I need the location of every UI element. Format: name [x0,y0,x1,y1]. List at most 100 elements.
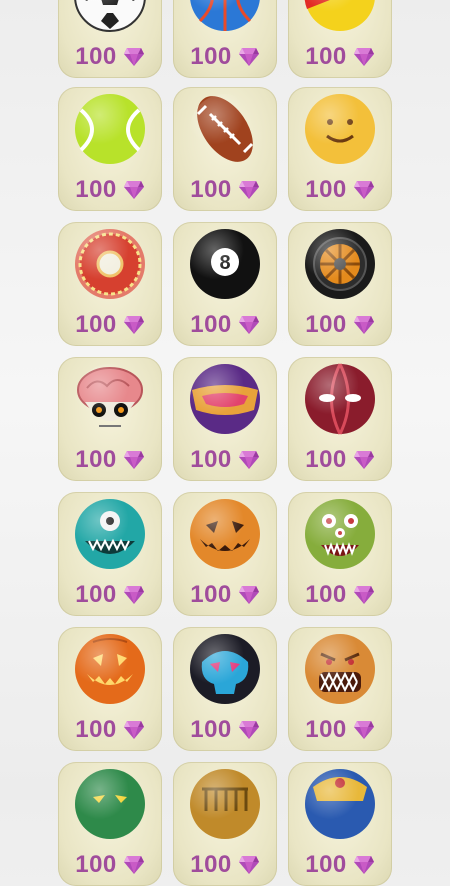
price-tag: 100 [288,42,392,72]
purple-gem-icon [238,47,260,67]
purple-visor-ball-icon [188,362,262,436]
price-tag: 100 [288,580,392,610]
tennis-ball-icon [73,92,147,166]
shop-item-brain-skull-ball[interactable]: 100 [58,357,162,481]
price-tag: 100 [173,175,277,205]
price-tag: 100 [173,310,277,340]
beach-ball-icon [303,0,377,33]
price-value: 100 [305,851,347,878]
price-value: 100 [190,446,232,473]
shop-item-carved-pumpkin-ball[interactable]: 100 [58,627,162,751]
shop-item-tire-wheel-ball[interactable]: 100 [288,222,392,346]
gold-temple-ball-icon [188,767,262,841]
price-tag: 100 [58,850,162,880]
purple-gem-icon [238,855,260,875]
price-value: 100 [190,581,232,608]
price-tag: 100 [58,175,162,205]
price-value: 100 [305,716,347,743]
shop-item-beach-ball[interactable]: 100 [288,0,392,78]
green-lizard-ball-icon [73,767,147,841]
purple-gem-icon [123,855,145,875]
teal-cyclops-monster-ball-icon [73,497,147,571]
price-tag: 100 [173,580,277,610]
price-tag: 100 [173,445,277,475]
shop-item-orange-jack-o-lantern-ball[interactable]: 100 [173,492,277,616]
purple-gem-icon [353,720,375,740]
purple-gem-icon [238,180,260,200]
price-value: 100 [305,446,347,473]
shop-item-smiley-face-ball[interactable]: 100 [288,87,392,211]
pharaoh-ball-icon [303,767,377,841]
purple-gem-icon [238,720,260,740]
price-value: 100 [75,851,117,878]
price-value: 100 [305,43,347,70]
donut-ball-icon [73,227,147,301]
purple-gem-icon [123,47,145,67]
shop-item-pharaoh-ball[interactable]: 100 [288,762,392,886]
price-value: 100 [75,716,117,743]
shop-item-basketball[interactable]: 100 [173,0,277,78]
price-tag: 100 [58,715,162,745]
eight-ball-icon: 8 [188,227,262,301]
shop-item-eight-ball[interactable]: 8100 [173,222,277,346]
price-tag: 100 [173,42,277,72]
price-value: 100 [190,43,232,70]
price-tag: 100 [173,850,277,880]
shop-item-purple-visor-ball[interactable]: 100 [173,357,277,481]
price-value: 100 [305,581,347,608]
shop-item-red-glowing-eyes-ball[interactable]: 100 [288,357,392,481]
orange-jack-o-lantern-ball-icon [188,497,262,571]
tire-wheel-ball-icon [303,227,377,301]
price-tag: 100 [58,445,162,475]
soccer-ball-icon [73,0,147,33]
purple-gem-icon [238,315,260,335]
shop-item-green-multi-eye-monster-ball[interactable]: 100 [288,492,392,616]
price-value: 100 [190,851,232,878]
purple-gem-icon [353,47,375,67]
price-value: 100 [190,311,232,338]
smiley-face-ball-icon [303,92,377,166]
shop-item-angry-orange-monster-ball[interactable]: 100 [288,627,392,751]
shop-item-green-lizard-ball[interactable]: 100 [58,762,162,886]
shop-item-blue-skull-ball[interactable]: 100 [173,627,277,751]
purple-gem-icon [353,450,375,470]
blue-skull-ball-icon [188,632,262,706]
shop-item-gold-temple-ball[interactable]: 100 [173,762,277,886]
ball-shop-grid: 100 100 100 100 100 100 100 100 100 100 … [0,0,450,886]
carved-pumpkin-ball-icon [73,632,147,706]
price-tag: 100 [58,580,162,610]
price-tag: 100 [288,715,392,745]
price-value: 100 [75,581,117,608]
purple-gem-icon [123,720,145,740]
price-value: 100 [75,311,117,338]
price-tag: 100 [58,42,162,72]
shop-item-american-football[interactable]: 100 [173,87,277,211]
purple-gem-icon [123,450,145,470]
shop-item-teal-cyclops-monster-ball[interactable]: 100 [58,492,162,616]
purple-gem-icon [238,450,260,470]
price-value: 100 [190,176,232,203]
shop-item-soccer-ball[interactable]: 100 [58,0,162,78]
purple-gem-icon [353,585,375,605]
angry-orange-monster-ball-icon [303,632,377,706]
price-tag: 100 [173,715,277,745]
price-value: 100 [75,43,117,70]
shop-item-tennis-ball[interactable]: 100 [58,87,162,211]
shop-item-donut-ball[interactable]: 100 [58,222,162,346]
american-football-icon [188,92,262,166]
purple-gem-icon [353,180,375,200]
purple-gem-icon [123,315,145,335]
purple-gem-icon [353,855,375,875]
price-tag: 100 [288,310,392,340]
price-value: 100 [75,446,117,473]
price-value: 100 [305,311,347,338]
price-value: 100 [75,176,117,203]
purple-gem-icon [123,585,145,605]
purple-gem-icon [123,180,145,200]
purple-gem-icon [353,315,375,335]
price-tag: 100 [288,175,392,205]
price-tag: 100 [288,850,392,880]
price-tag: 100 [58,310,162,340]
basketball-icon [188,0,262,33]
price-tag: 100 [288,445,392,475]
